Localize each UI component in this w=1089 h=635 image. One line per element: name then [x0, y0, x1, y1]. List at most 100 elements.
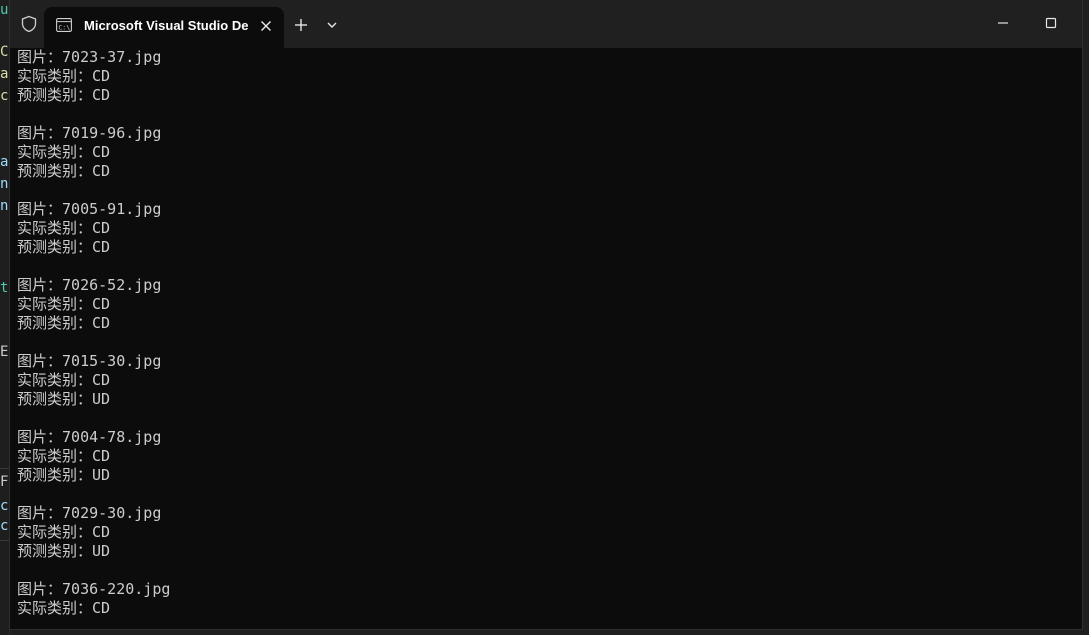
console-line: 预测类别：CD	[17, 314, 1077, 333]
image-filename: 7026-52.jpg	[62, 276, 162, 294]
tab-title: Microsoft Visual Studio Debug Console	[84, 18, 249, 33]
console-line: 实际类别：CD	[17, 295, 1077, 314]
predicted-class-label: 预测类别：	[17, 314, 93, 332]
predicted-class-value: CD	[92, 314, 111, 332]
image-filename: 7004-78.jpg	[62, 428, 162, 446]
shield-icon[interactable]	[20, 15, 38, 33]
image-label: 图片：	[17, 276, 63, 294]
actual-class-label: 实际类别：	[17, 219, 93, 237]
console-line: 实际类别：CD	[17, 219, 1077, 238]
image-filename: 7023-37.jpg	[62, 48, 162, 66]
console-line: 实际类别：CD	[17, 523, 1077, 542]
image-filename: 7019-96.jpg	[62, 124, 162, 142]
console-line: 图片：7036-220.jpg	[17, 580, 1077, 599]
image-filename: 7005-91.jpg	[62, 200, 162, 218]
predicted-class-value: CD	[92, 238, 111, 256]
console-line: 实际类别：CD	[17, 67, 1077, 86]
maximize-icon[interactable]	[1040, 12, 1062, 34]
console-output[interactable]: 图片：7023-37.jpg 实际类别：CD 预测类别：CD 图片：7019-96.j…	[17, 48, 1077, 626]
image-label: 图片：	[17, 124, 63, 142]
image-label: 图片：	[17, 200, 63, 218]
console-line: 图片：7026-52.jpg	[17, 276, 1077, 295]
console-line: 图片：7019-96.jpg	[17, 124, 1077, 143]
predicted-class-value: UD	[92, 390, 111, 408]
predicted-class-label: 预测类别：	[17, 542, 93, 560]
console-line: 预测类别：UD	[17, 466, 1077, 485]
tab-debug-console[interactable]: C:\ Microsoft Visual Studio Debug Consol…	[44, 7, 284, 48]
actual-class-value: CD	[92, 143, 111, 161]
actual-class-label: 实际类别：	[17, 295, 93, 313]
terminal-window: C:\ Microsoft Visual Studio Debug Consol…	[9, 0, 1083, 630]
console-line: 实际类别：CD	[17, 143, 1077, 162]
predicted-class-value: UD	[92, 466, 111, 484]
minimize-icon[interactable]	[992, 12, 1014, 34]
actual-class-label: 实际类别：	[17, 371, 93, 389]
close-icon[interactable]	[256, 16, 276, 36]
predicted-class-value: CD	[92, 86, 111, 104]
console-line: 预测类别：UD	[17, 542, 1077, 561]
image-filename: 7029-30.jpg	[62, 504, 162, 522]
console-line: 图片：7015-30.jpg	[17, 352, 1077, 371]
console-line: 预测类别：CD	[17, 238, 1077, 257]
actual-class-value: CD	[92, 371, 111, 389]
image-label: 图片：	[17, 428, 63, 446]
console-line: 图片：7029-30.jpg	[17, 504, 1077, 523]
svg-text:C:\: C:\	[58, 23, 70, 31]
console-line: 预测类别：CD	[17, 162, 1077, 181]
image-filename: 7015-30.jpg	[62, 352, 162, 370]
actual-class-label: 实际类别：	[17, 599, 93, 617]
console-line: 实际类别：CD	[17, 599, 1077, 618]
background-ide-code-glyph: c	[0, 518, 9, 534]
predicted-class-label: 预测类别：	[17, 390, 93, 408]
actual-class-value: CD	[92, 447, 111, 465]
actual-class-label: 实际类别：	[17, 523, 93, 541]
background-ide-code-glyph: F	[0, 474, 9, 490]
actual-class-label: 实际类别：	[17, 67, 93, 85]
predicted-class-label: 预测类别：	[17, 162, 93, 180]
background-ide-code-glyph: c	[0, 88, 9, 104]
background-ide-code-glyph: n	[0, 176, 9, 192]
predicted-class-label: 预测类别：	[17, 466, 93, 484]
actual-class-label: 实际类别：	[17, 143, 93, 161]
predicted-class-label: 预测类别：	[17, 238, 93, 256]
title-bar[interactable]: C:\ Microsoft Visual Studio Debug Consol…	[10, 0, 1082, 48]
console-line: 图片：7005-91.jpg	[17, 200, 1077, 219]
console-line: 实际类别：CD	[17, 371, 1077, 390]
actual-class-value: CD	[92, 523, 111, 541]
actual-class-value: CD	[92, 599, 111, 617]
background-ide-separator	[0, 540, 9, 541]
plus-icon[interactable]	[290, 14, 312, 36]
background-ide-separator	[0, 468, 9, 469]
console-line: 实际类别：CD	[17, 447, 1077, 466]
actual-class-value: CD	[92, 295, 111, 313]
console-app-icon: C:\	[56, 18, 72, 32]
console-line: 图片：7023-37.jpg	[17, 48, 1077, 67]
image-label: 图片：	[17, 504, 63, 522]
chevron-down-icon[interactable]	[322, 14, 342, 36]
console-line: 预测类别：UD	[17, 390, 1077, 409]
actual-class-value: CD	[92, 219, 111, 237]
actual-class-value: CD	[92, 67, 111, 85]
predicted-class-value: UD	[92, 542, 111, 560]
background-ide-code-glyph: c	[0, 498, 9, 514]
predicted-class-value: CD	[92, 162, 111, 180]
image-label: 图片：	[17, 352, 63, 370]
background-ide-code-glyph: a	[0, 154, 9, 170]
image-label: 图片：	[17, 48, 63, 66]
background-ide-code-glyph: u	[0, 2, 9, 18]
image-filename: 7036-220.jpg	[62, 580, 171, 598]
console-line: 图片：7004-78.jpg	[17, 428, 1077, 447]
background-ide-code-glyph: a	[0, 66, 9, 82]
background-ide-code-glyph: E	[0, 344, 9, 360]
actual-class-label: 实际类别：	[17, 447, 93, 465]
background-ide-code-glyph: t	[0, 280, 9, 296]
image-label: 图片：	[17, 580, 63, 598]
background-ide-code-glyph: n	[0, 198, 9, 214]
